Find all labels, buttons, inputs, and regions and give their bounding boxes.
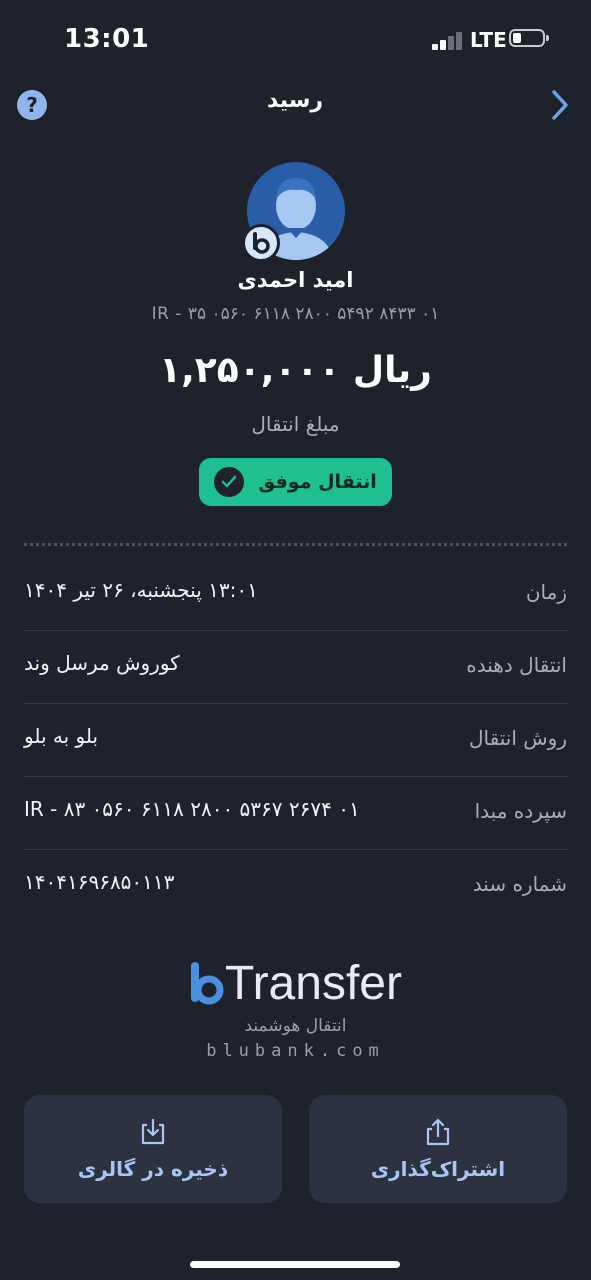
status-bar: 13:01 LTE	[0, 0, 591, 80]
detail-key: روش انتقال	[469, 726, 567, 750]
detail-key: زمان	[525, 580, 567, 604]
detail-value: کوروش مرسل وند	[24, 651, 180, 675]
detail-key: سپرده مبدا	[474, 799, 567, 823]
logo-wordmark: Transfer	[225, 957, 402, 1010]
detail-key: انتقال دهنده	[466, 653, 567, 677]
detail-row-source-account: سپرده مبدا IR - ۸۳ ۰۵۶۰ ۶۱۱۸ ۲۸۰۰ ۵۳۶۷ ۲…	[24, 777, 567, 850]
battery-icon	[509, 29, 549, 47]
status-badge: انتقال موفق	[199, 458, 392, 506]
detail-row-time: زمان ۱۳:۰۱ پنجشنبه، ۲۶ تیر ۱۴۰۴	[24, 558, 567, 631]
help-icon[interactable]: ?	[17, 90, 47, 120]
detail-row-method: روش انتقال بلو به بلو	[24, 704, 567, 777]
signal-icon	[432, 32, 466, 50]
dotted-divider	[24, 543, 567, 546]
detail-key: شماره سند	[472, 872, 567, 896]
transfer-amount: ۱,۲۵۰,۰۰۰ ریال	[159, 350, 432, 391]
status-time: 13:01	[64, 24, 150, 54]
chevron-right-icon[interactable]	[544, 88, 574, 122]
detail-value: ۱۳:۰۱ پنجشنبه، ۲۶ تیر ۱۴۰۴	[24, 578, 258, 602]
share-label: اشتراک‌گذاری	[370, 1157, 506, 1181]
logo-tagline: انتقال هوشمند	[244, 1016, 347, 1036]
blu-logo-icon	[189, 958, 225, 1006]
page-title: رسید	[267, 88, 323, 113]
home-indicator[interactable]	[190, 1261, 400, 1268]
save-to-gallery-label: ذخیره در گالری	[77, 1157, 229, 1181]
amount-label: مبلغ انتقال	[251, 412, 340, 436]
detail-row-sender: انتقال دهنده کوروش مرسل وند	[24, 631, 567, 704]
detail-value: ۱۴۰۴۱۶۹۶۸۵۰۱۱۳	[24, 870, 175, 894]
detail-value: IR - ۸۳ ۰۵۶۰ ۶۱۱۸ ۲۸۰۰ ۵۳۶۷ ۲۶۷۴ ۰۱	[24, 797, 360, 821]
status-badge-label: انتقال موفق	[258, 471, 377, 493]
check-icon	[214, 467, 245, 497]
receipt-screen: 13:01 LTE ? رسید امید احمدی IR - ۳۵ ۰۵۶۰…	[0, 0, 591, 1280]
blu-badge-icon	[242, 224, 280, 262]
download-icon	[141, 1118, 165, 1145]
network-type: LTE	[470, 28, 507, 52]
btransfer-logo: Transfer	[0, 958, 591, 1010]
recipient-name: امید احمدی	[237, 268, 354, 292]
detail-value: بلو به بلو	[24, 724, 99, 748]
detail-row-document-number: شماره سند ۱۴۰۴۱۶۹۶۸۵۰۱۱۳	[24, 850, 567, 923]
recipient-iban: IR - ۳۵ ۰۵۶۰ ۶۱۱۸ ۲۸۰۰ ۵۴۹۲ ۸۴۳۳ ۰۱	[151, 304, 440, 324]
save-to-gallery-button[interactable]: ذخیره در گالری	[24, 1095, 282, 1203]
share-button[interactable]: اشتراک‌گذاری	[309, 1095, 567, 1203]
share-icon	[426, 1118, 450, 1146]
logo-domain: blubank.com	[206, 1041, 385, 1061]
